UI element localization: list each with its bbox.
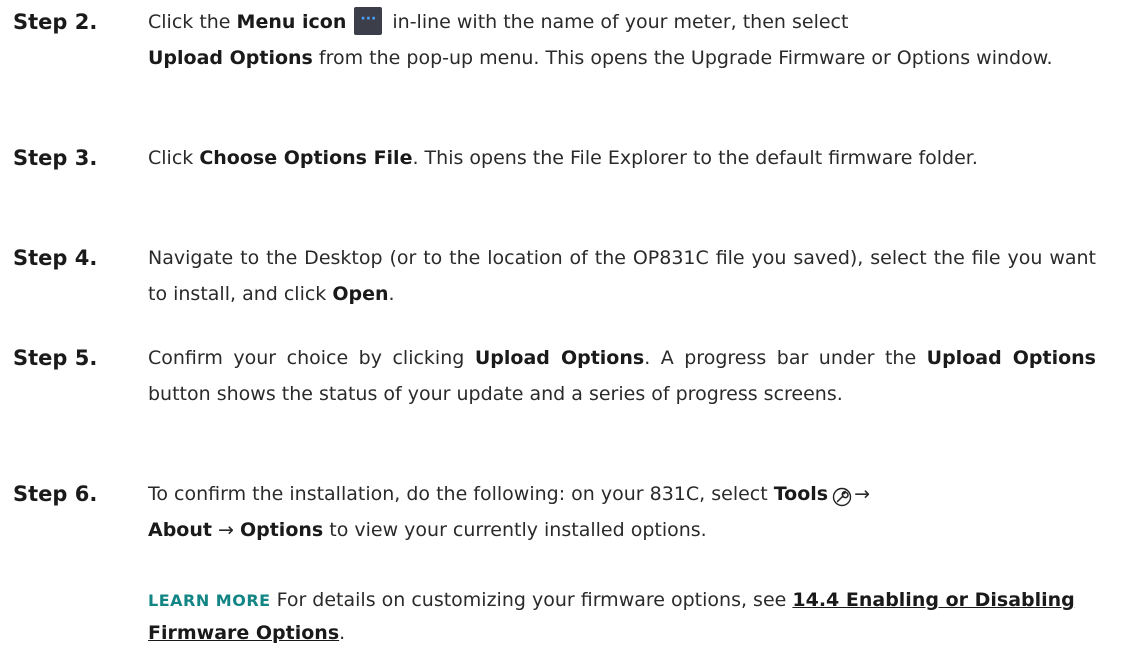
step-number: Step 5. [13,346,98,370]
instruction-page: Step 2. Click the Menu icon ··· in-line wi… [0,0,1126,670]
wrench-icon [832,483,852,506]
step-number: Step 6. [13,482,98,506]
open-term: Open [332,283,389,305]
options-term: Options [239,519,324,541]
learn-more-text: For details on customizing your firmware… [276,589,793,611]
learn-more-note: LEARN MORE For details on customizing you… [148,584,1096,649]
step-text-part: Click the [148,11,237,33]
upload-options-term: Upload Options [926,347,1096,369]
step-text-part: . [388,283,395,305]
step-text-part: Confirm your choice by clicking [148,347,475,369]
choose-options-file-term: Choose Options File [199,147,413,169]
step-text-part: Click [148,147,200,169]
menu-dots-icon: ··· [354,6,383,35]
step-text-part: button shows the status of your update a… [148,383,843,405]
step-text: Click the Menu icon ··· in-line with the n… [148,4,1096,76]
step-text-part: from the pop-up menu. This opens the Upg… [312,47,1053,69]
step-text: To confirm the installation, do the foll… [148,476,1096,548]
learn-more-label: LEARN MORE [148,591,271,610]
step-text-part: . This opens the File Explorer to the de… [412,147,978,169]
step-text: Navigate to the Desktop (or to the locat… [148,240,1096,312]
arrow-icon: → [211,519,240,541]
menu-icon-term: Menu icon [236,11,347,33]
tools-term: Tools [773,483,829,505]
upload-options-term: Upload Options [148,47,313,69]
upload-options-term: Upload Options [474,347,645,369]
step-number: Step 3. [13,146,98,170]
step-text-part: To confirm the installation, do the foll… [148,483,774,505]
arrow-icon: → [854,483,871,505]
step-text-part: in-line with the name of your meter, the… [392,11,849,33]
step-text: Click Choose Options File. This opens th… [148,140,1096,176]
learn-more-end: . [339,622,346,644]
step-text-part: . A progress bar under the [644,347,927,369]
step-text: Confirm your choice by clicking Upload O… [148,340,1096,412]
step-number: Step 2. [13,10,98,34]
step-text-part: Navigate to the Desktop (or to the locat… [148,247,1096,305]
step-text-part: to view your currently installed options… [323,519,707,541]
about-term: About [148,519,212,541]
step-number: Step 4. [13,246,98,270]
